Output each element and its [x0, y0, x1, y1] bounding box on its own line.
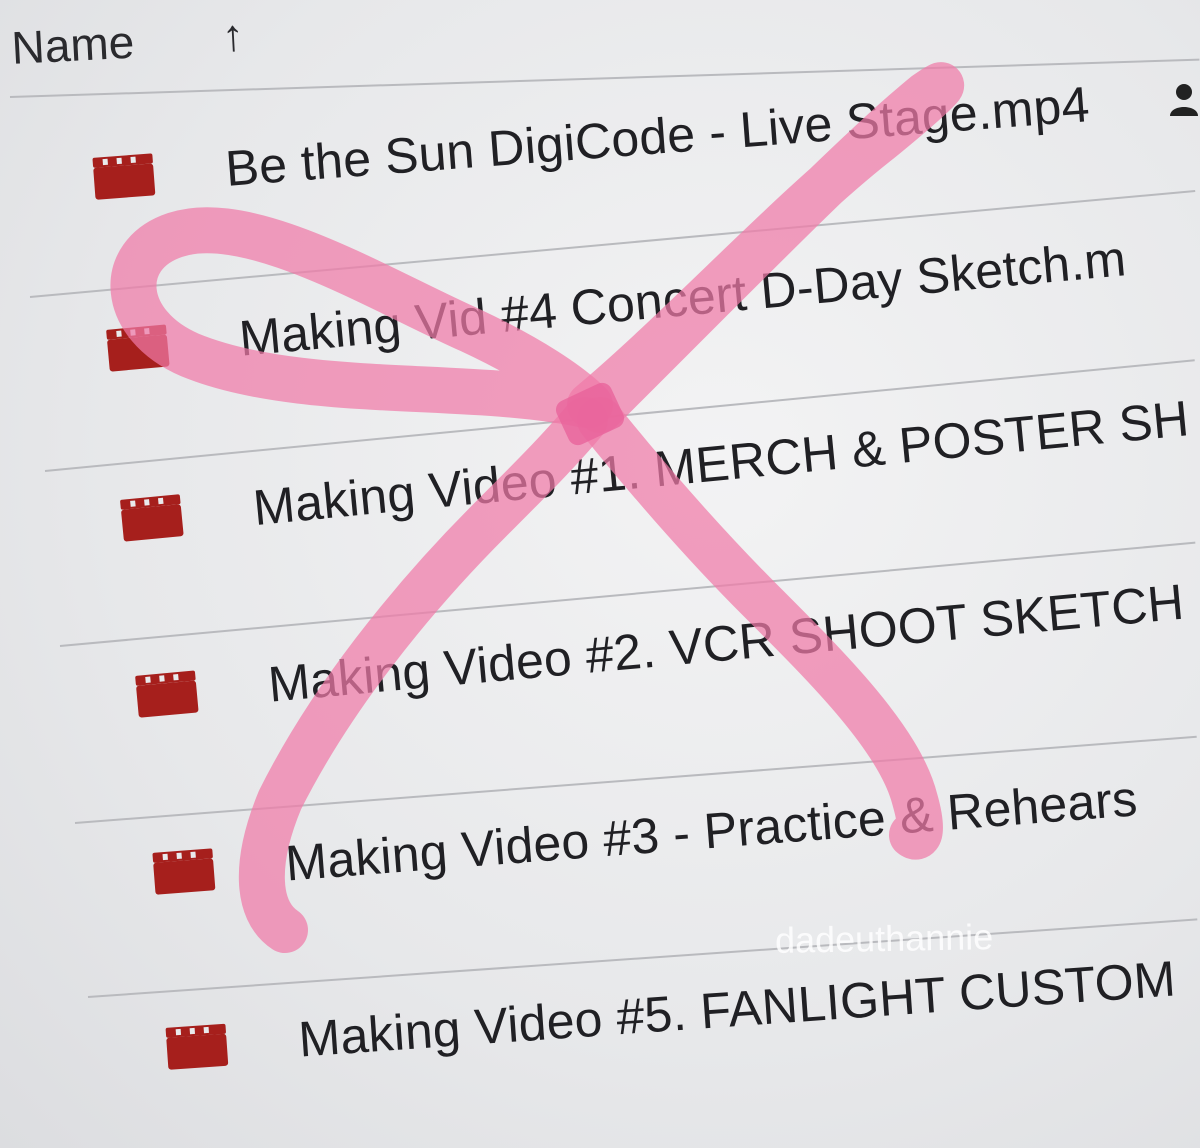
file-name[interactable]: Making Video #2. VCR SHOOT SKETCH: [266, 573, 1186, 714]
file-row[interactable]: Be the Sun DigiCode - Live Stage.mp4: [90, 75, 1092, 208]
arrow-up-icon[interactable]: ↑: [221, 11, 246, 61]
file-row[interactable]: Making Video #2. VCR SHOOT SKETCH: [132, 573, 1186, 726]
video-file-icon: [152, 848, 216, 895]
video-file-icon: [92, 153, 156, 200]
person-icon: [1170, 84, 1198, 116]
file-name[interactable]: Making Video #3 - Practice & Rehears: [283, 769, 1139, 892]
file-list-screen: Name ↑ Be the Sun DigiCode - Live Stage.…: [0, 0, 1200, 1148]
video-file-icon: [165, 1023, 229, 1070]
column-header[interactable]: Name ↑: [10, 6, 246, 78]
file-row[interactable]: Making Vid #4 Concert D-Day Sketch.m: [103, 229, 1128, 380]
file-name[interactable]: Making Video #1. MERCH & POSTER SH: [251, 389, 1192, 537]
name-column-label[interactable]: Name: [10, 15, 135, 75]
video-file-icon: [135, 670, 199, 718]
file-name[interactable]: Making Vid #4 Concert D-Day Sketch.m: [237, 229, 1129, 367]
video-file-icon: [120, 494, 184, 542]
video-file-icon: [106, 324, 170, 372]
file-name[interactable]: Be the Sun DigiCode - Live Stage.mp4: [223, 75, 1092, 198]
file-row[interactable]: Making Video #5. FANLIGHT CUSTOM: [163, 949, 1178, 1078]
file-name[interactable]: Making Video #5. FANLIGHT CUSTOM: [297, 949, 1178, 1068]
watermark: dadeuthannie: [774, 916, 994, 961]
file-row[interactable]: Making Video #3 - Practice & Rehears: [150, 769, 1139, 903]
